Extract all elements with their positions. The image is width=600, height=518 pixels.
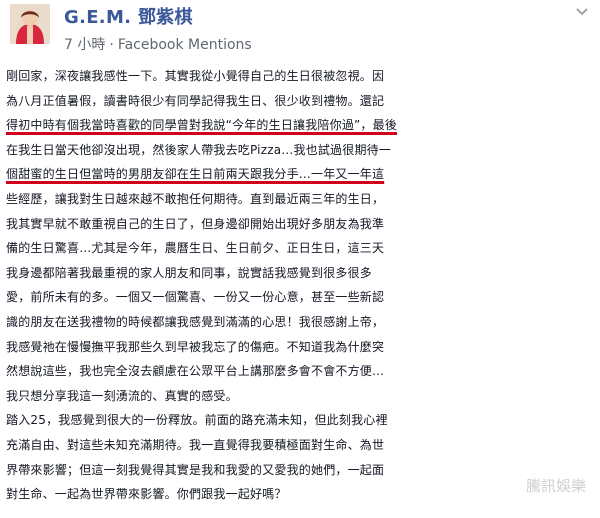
post-timestamp[interactable]: 7 小時 (64, 37, 105, 53)
chevron-down-icon[interactable] (574, 4, 590, 20)
author-name-link[interactable]: G.E.M. 鄧紫棋 (64, 3, 193, 29)
post-source-link[interactable]: Facebook Mentions (118, 37, 252, 53)
watermark: 騰訊娛樂 (525, 477, 586, 495)
post-header: G.E.M. 鄧紫棋 7 小時 · Facebook Mentions (0, 0, 600, 60)
post-line: 在我生日當天他卻沒出現，然後家人帶我去吃Pizza…我也試過很期待一 (6, 142, 392, 157)
post-line: 些經歷，讓我對生日越來越不敢抱任何期待。直到最近兩三年的生日， (6, 191, 385, 206)
post-line: 我身邊都陪著我最重視的家人朋友和同事，說實話我感覺到很多很多 (6, 265, 373, 280)
post-meta: 7 小時 · Facebook Mentions (64, 34, 252, 54)
post-line: 剛回家，深夜讓我感性一下。其實我從小覺得自己的生日很被忽視。因 (6, 69, 385, 83)
post-line: 充滿自由、對這些未知充滿期待。我一直覺得我要積極面對生命、為世 (6, 437, 385, 452)
post-line: 愛，前所未有的多。一個又一個驚喜、一份又一份心意，甚至一些新認 (6, 290, 385, 305)
post-line: 然想說這些，我也完全沒去顧慮在公眾平台上講那麼多會不會不方便… (6, 364, 385, 379)
post-line: 我其實早就不敢重視自己的生日了，但身邊卻開始出現好多朋友為我準 (6, 216, 385, 231)
post-line: 識的朋友在送我禮物的時候都讓我感覺到滿滿的心思！我很感謝上帝， (6, 314, 385, 329)
post-line: 我只想分享我這一刻湧流的、真實的感受。 (6, 388, 238, 403)
post-line: 備的生日驚喜…尤其是今年，農曆生日、生日前夕、正日生日，這三天 (6, 241, 385, 256)
facebook-post: G.E.M. 鄧紫棋 7 小時 · Facebook Mentions 剛回家，深夜… (0, 0, 600, 518)
post-line: 對生命、一起為世界帶來影響。你們跟我一起好嗎？ (6, 487, 287, 502)
avatar[interactable] (10, 4, 50, 44)
post-line: 為八月正值暑假，讀書時很少有同學記得我生日、很少收到禮物。還記 (6, 93, 385, 108)
post-line: 個甜蜜的生日但當時的男朋友卻在生日前兩天跟我分手…一年又一年這 (6, 167, 385, 182)
meta-separator: · (109, 37, 114, 53)
post-body: 剛回家，深夜讓我感性一下。其實我從小覺得自己的生日很被忽視。因 為八月正值暑假，… (6, 64, 596, 507)
avatar-image (10, 4, 50, 44)
post-line: 我感覺祂在慢慢撫平我那些久到早被我忘了的傷疤。不知道我為什麼突 (6, 339, 385, 354)
post-line: 得初中時有個我當時喜歡的同學曾對我說“今年的生日讓我陪你過”，最後 (6, 118, 398, 133)
post-line: 界帶來影響；但這一刻我覺得其實是我和我愛的又愛我的她們，一起面 (6, 462, 385, 477)
post-line: 踏入25，我感覺到很大的一份釋放。前面的路充滿未知，但此刻我心裡 (6, 413, 388, 428)
